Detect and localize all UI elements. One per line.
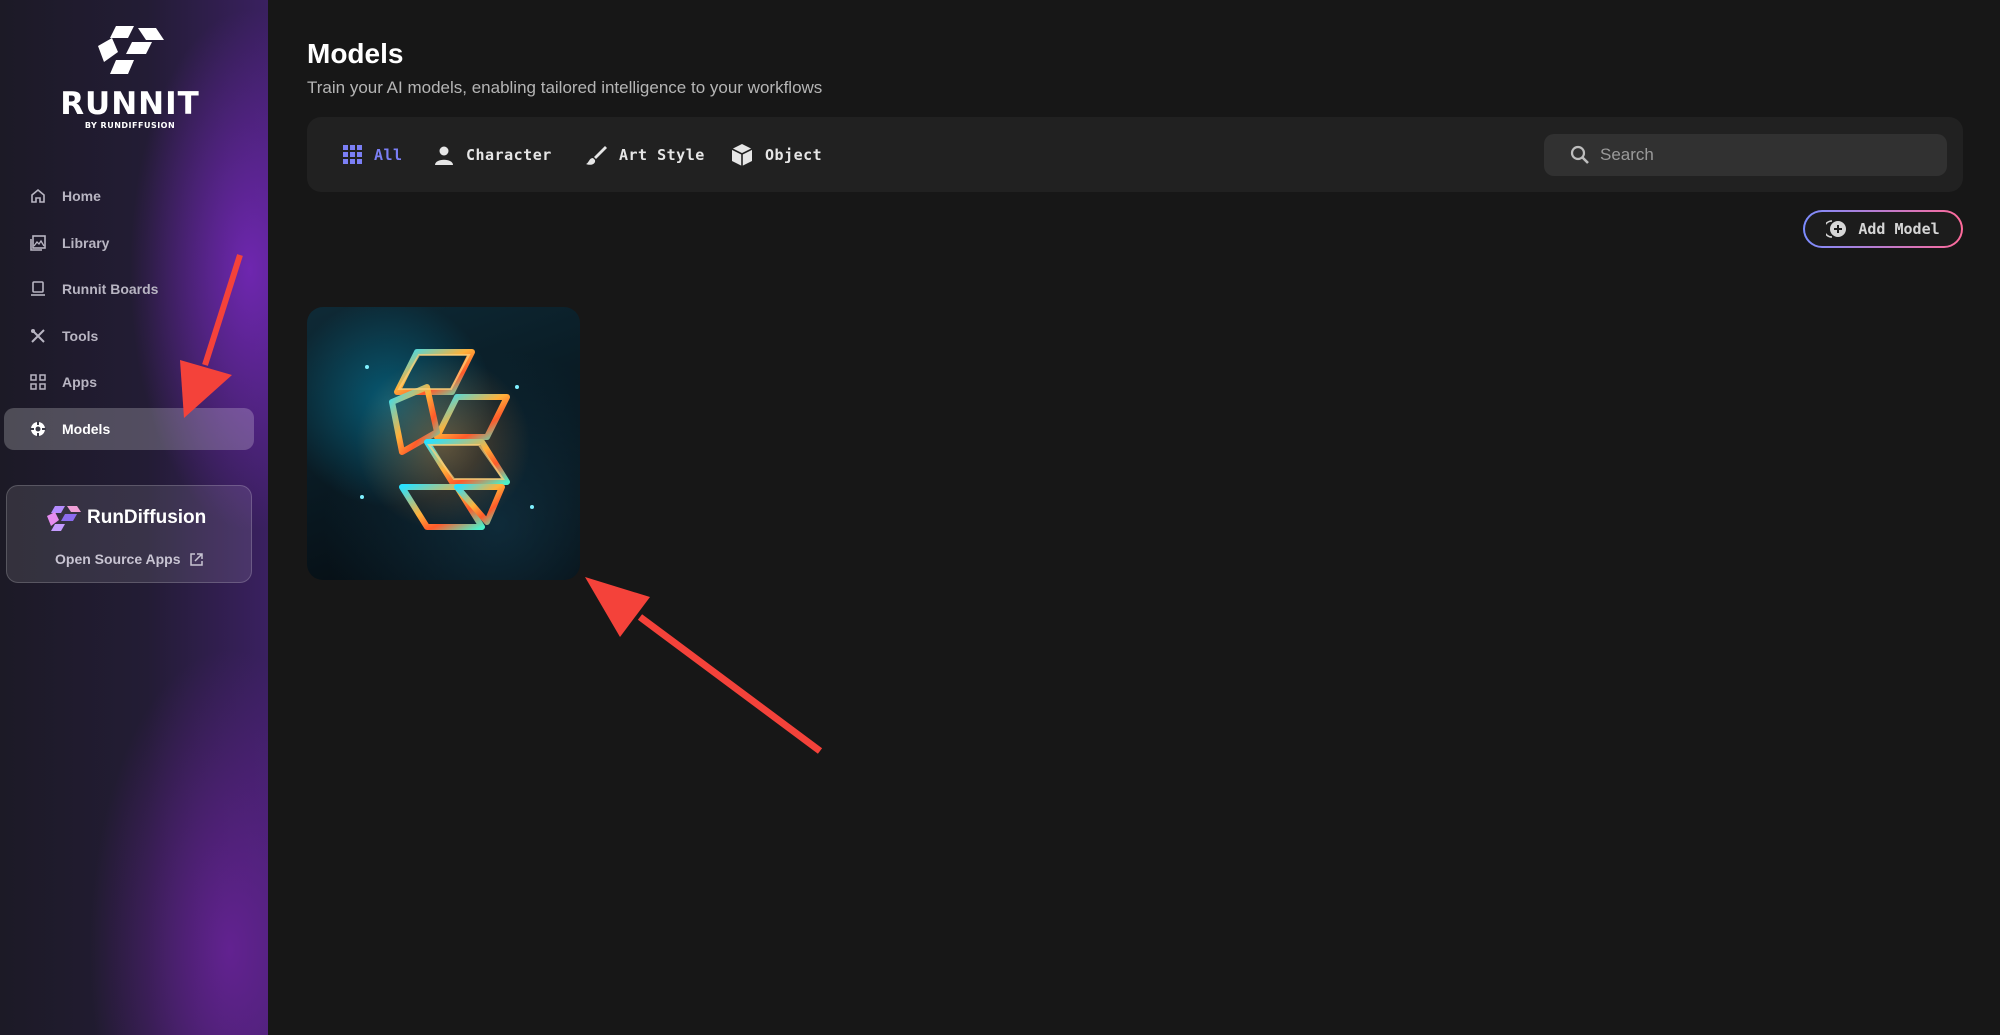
sidebar-item-home[interactable]: Home (4, 175, 254, 217)
sidebar-item-label: Home (62, 188, 101, 204)
promo-link-label: Open Source Apps (55, 551, 181, 567)
logo-byline: BY RUNDIFFUSION (84, 121, 176, 130)
promo-title: RunDiffusion (87, 507, 207, 528)
add-model-label: Add Model (1858, 220, 1940, 238)
external-link-icon (189, 552, 203, 566)
home-icon (28, 186, 48, 206)
sidebar: RUNNIT BY RUNDIFFUSION Home Library Runn… (0, 0, 268, 1035)
image-library-icon (28, 233, 48, 253)
tab-object[interactable]: Object (731, 117, 822, 192)
brush-icon (585, 144, 607, 166)
tab-label: Object (765, 145, 823, 164)
open-source-apps-link[interactable]: Open Source Apps (55, 551, 204, 567)
search-icon (1570, 145, 1589, 164)
filter-bar: All Character Art Style Object (307, 117, 1963, 192)
sidebar-item-library[interactable]: Library (4, 222, 254, 264)
sidebar-item-label: Runnit Boards (62, 281, 159, 297)
logo-wordmark: RUNNIT (60, 86, 200, 122)
sidebar-nav: Home Library Runnit Boards Tools Apps Mo… (4, 175, 254, 454)
board-icon (28, 279, 48, 299)
runnit-logo-mark-icon (98, 26, 164, 74)
sidebar-item-tools[interactable]: Tools (4, 315, 254, 357)
sidebar-item-models[interactable]: Models (4, 407, 254, 450)
add-model-button[interactable]: Add Model (1803, 210, 1963, 248)
tab-label: Art Style (619, 145, 705, 164)
models-icon (28, 419, 48, 439)
apps-grid-icon (28, 372, 48, 392)
rundiffusion-promo-card[interactable]: RunDiffusion Open Source Apps (6, 485, 252, 583)
sidebar-item-runnit-boards[interactable]: Runnit Boards (4, 268, 254, 310)
add-circle-icon (1826, 220, 1847, 238)
model-thumbnail-image (360, 349, 534, 530)
tab-art-style[interactable]: Art Style (585, 117, 705, 192)
search-box[interactable] (1544, 134, 1947, 176)
model-card[interactable] (307, 307, 580, 580)
sidebar-item-label: Library (62, 234, 110, 251)
person-icon (434, 145, 454, 165)
sidebar-item-apps[interactable]: Apps (4, 361, 254, 403)
sidebar-item-label: Models (62, 420, 111, 437)
rundiffusion-logo-icon (47, 506, 81, 531)
page-subtitle: Train your AI models, enabling tailored … (307, 78, 823, 97)
search-input[interactable] (1600, 145, 1940, 165)
annotation-arrow-icon (585, 577, 823, 754)
tools-icon (28, 326, 48, 346)
tab-label: Character (466, 145, 552, 164)
sidebar-item-label: Apps (62, 374, 97, 390)
tab-character[interactable]: Character (434, 117, 552, 192)
cube-icon (731, 143, 753, 167)
tab-label: All (374, 145, 403, 164)
page-title: Models (307, 38, 404, 69)
tab-all[interactable]: All (343, 117, 403, 192)
sidebar-item-label: Tools (62, 327, 99, 344)
runnit-logo[interactable]: RUNNIT BY RUNDIFFUSION (60, 24, 200, 134)
grid-icon (343, 145, 362, 164)
